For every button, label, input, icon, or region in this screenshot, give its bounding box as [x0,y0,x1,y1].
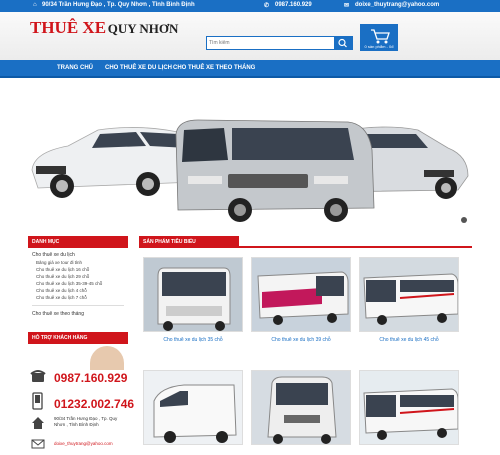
sidebar-divider [32,305,124,306]
bus-image [360,258,458,331]
telephone-icon [30,370,46,382]
search-box [206,36,353,50]
home-icon [32,417,44,429]
product-title[interactable]: Cho thuê xe du lịch 39 chỗ [246,337,356,343]
top-email[interactable]: doixe_thuytrang@yahoo.com [355,2,439,8]
cart-button[interactable]: 0 sản phẩm - 0đ [360,24,398,51]
search-input[interactable] [209,38,329,48]
support-email[interactable]: doixe_thuytrang@yahoo.com [54,441,113,446]
product-card[interactable] [143,257,243,332]
sidebar-subitem[interactable]: Cho thuê xe du lịch 16 chỗ [36,267,89,272]
bus-image [360,371,458,444]
product-title[interactable]: Cho thuê xe du lịch 45 chỗ [354,337,464,343]
main-nav: TRANG CHỦ CHO THUÊ XE DU LỊCH CHO THUÊ X… [0,60,500,78]
email-icon [31,439,45,449]
search-button[interactable] [334,37,352,49]
product-card[interactable] [251,257,351,332]
sidebar-subitem[interactable]: Bảng giá xe tour đi tỉnh [36,260,82,265]
bus-image [252,258,350,331]
site-logo[interactable]: THUÊ XE QUY NHƠN [30,18,178,38]
slider-dot[interactable] [461,217,467,223]
van-image [144,371,242,444]
top-contact-bar: ⌂ 90/34 Trần Hưng Đạo , Tp. Quy Nhơn , T… [0,0,500,12]
address-icon: ⌂ [33,2,37,8]
phone-icon: ✆ [264,3,270,9]
bus-image [144,258,242,331]
product-card[interactable] [251,370,351,445]
support-address: 90/34 Trần Hưng Đạo , Tp. Quy Nhơn , Tỉn… [54,416,118,427]
top-address: 90/34 Trần Hưng Đạo , Tp. Quy Nhơn , Tỉn… [42,2,195,8]
sidebar-category-tour[interactable]: Cho thuê xe du lịch [32,252,75,258]
support-avatar [90,346,124,370]
featured-products-header: SẢN PHẨM TIÊU BIỂU [139,236,472,248]
featured-products-heading: SẢN PHẨM TIÊU BIỂU [139,236,239,248]
mobile-icon [32,392,43,410]
logo-text-main: THUÊ XE [30,18,107,37]
van-image [252,371,350,444]
product-card[interactable] [143,370,243,445]
logo-text-sub: QUY NHƠN [107,21,179,36]
nav-item-home[interactable]: TRANG CHỦ [57,65,93,71]
email-icon: ✉ [344,3,350,9]
nav-item-tour-rental[interactable]: CHO THUÊ XE DU LỊCH [105,65,172,71]
sidebar-category-monthly[interactable]: Cho thuê xe theo tháng [32,311,84,317]
support-heading: HỖ TRỢ KHÁCH HÀNG [28,332,128,344]
sidebar-subitem[interactable]: Cho thuê xe du lịch 29 chỗ [36,274,89,279]
sidebar-heading: DANH MỤC [28,236,128,248]
search-icon [338,38,347,48]
cars-banner-image [31,119,469,222]
hero-banner[interactable] [28,90,472,226]
top-phone[interactable]: 0987.160.929 [275,2,312,8]
support-phone-2[interactable]: 01232.002.746 [54,397,134,411]
nav-item-monthly-rental[interactable]: CHO THUÊ XE THEO THÁNG [173,65,255,71]
product-card[interactable] [359,370,459,445]
cart-label: 0 sản phẩm - 0đ [364,44,394,49]
support-phone-1[interactable]: 0987.160.929 [54,371,127,385]
sidebar-subitem[interactable]: Cho thuê xe du lịch 4 chỗ [36,288,87,293]
product-title[interactable]: Cho thuê xe du lịch 35 chỗ [138,337,248,343]
sidebar-subitem[interactable]: Cho thuê xe du lịch 7 chỗ [36,295,87,300]
cart-icon [371,29,390,44]
product-card[interactable] [359,257,459,332]
sidebar-subitem[interactable]: Cho thuê xe du lịch 35-39-45 chỗ [36,281,102,286]
